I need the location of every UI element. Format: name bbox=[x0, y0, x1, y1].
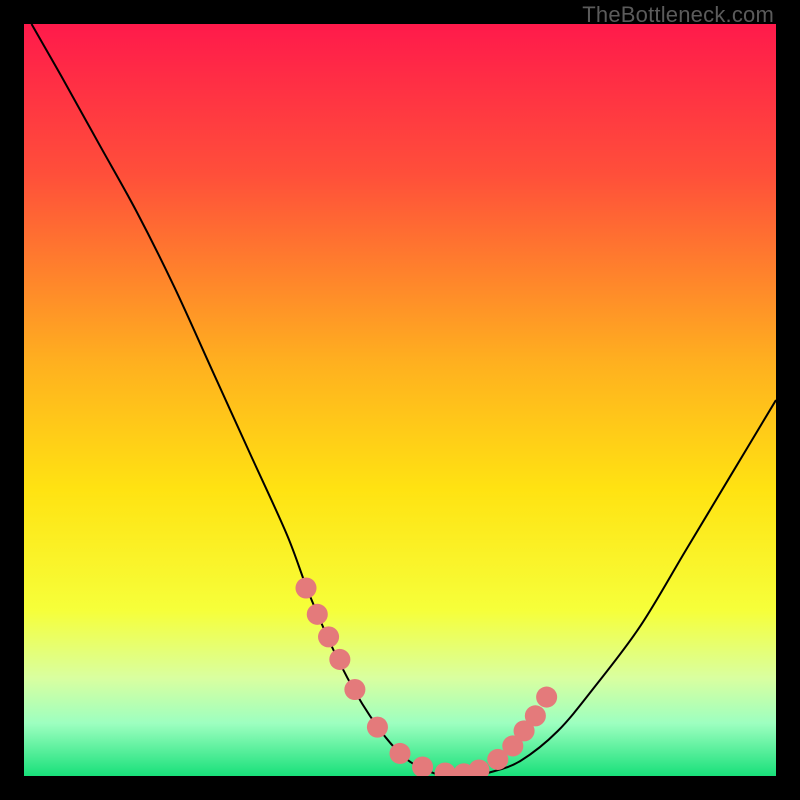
bottleneck-chart bbox=[24, 24, 776, 776]
chart-background bbox=[24, 24, 776, 776]
highlight-dot bbox=[344, 679, 365, 700]
highlight-dot bbox=[295, 577, 316, 598]
highlight-dot bbox=[525, 705, 546, 726]
highlight-dot bbox=[389, 743, 410, 764]
highlight-dot bbox=[329, 649, 350, 670]
watermark-text: TheBottleneck.com bbox=[582, 2, 774, 28]
chart-frame bbox=[24, 24, 776, 776]
highlight-dot bbox=[367, 717, 388, 738]
highlight-dot bbox=[307, 604, 328, 625]
highlight-dot bbox=[318, 626, 339, 647]
highlight-dot bbox=[536, 687, 557, 708]
